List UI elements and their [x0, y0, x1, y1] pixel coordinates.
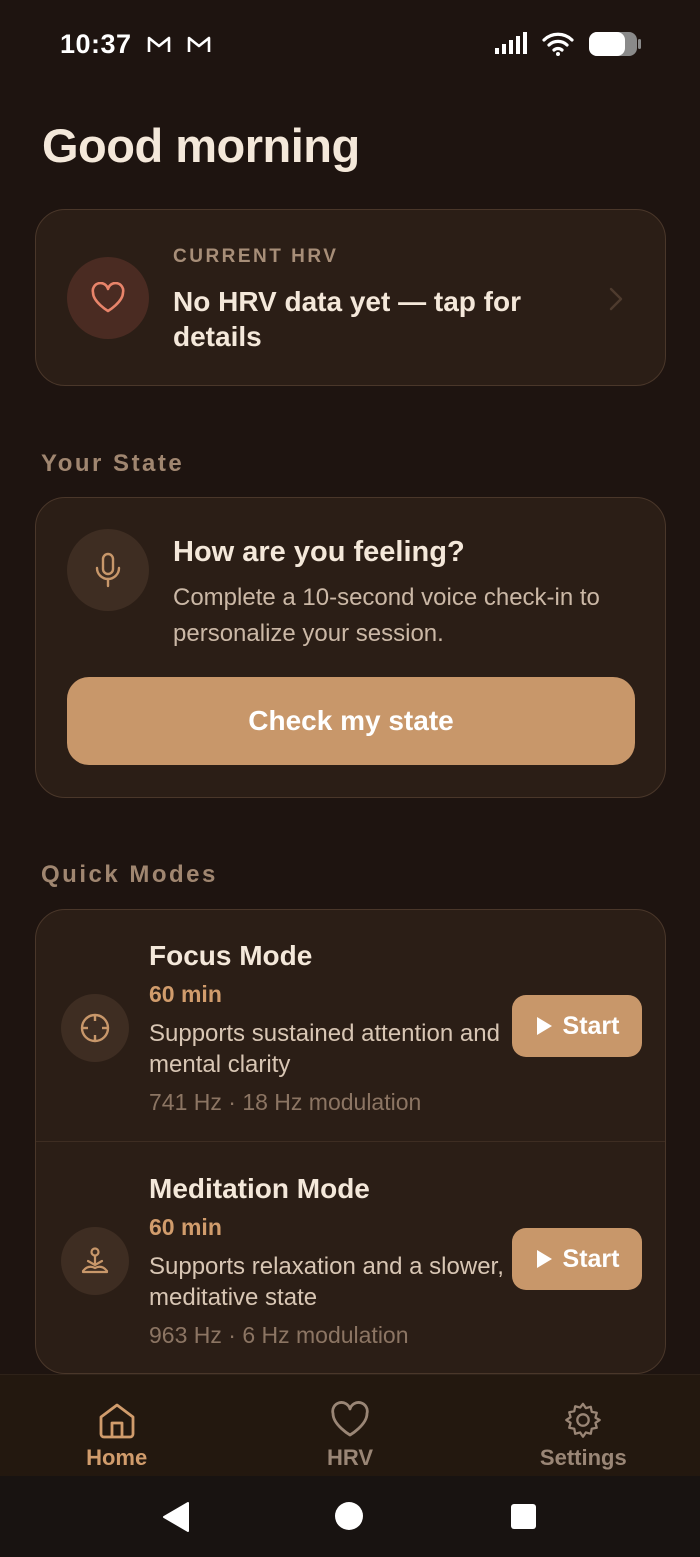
- gmail-icon: [147, 36, 170, 52]
- home-circle-icon: [335, 1502, 363, 1530]
- tab-label: HRV: [326, 1445, 374, 1470]
- home-icon: [99, 1403, 135, 1439]
- play-icon: [536, 1017, 552, 1035]
- mode-title: Meditation Mode: [149, 1173, 370, 1204]
- tab-settings[interactable]: Settings: [467, 1375, 700, 1476]
- section-title-quick-modes: Quick Modes: [41, 861, 218, 888]
- mode-description: Supports relaxation and a slower, medita…: [149, 1253, 504, 1311]
- start-label: Start: [562, 1244, 620, 1273]
- home-nav-button[interactable]: [334, 1501, 364, 1531]
- mode-row-meditation: Meditation Mode 60 min Supports relaxati…: [36, 1143, 665, 1373]
- page-title: Good morning: [42, 119, 360, 172]
- heart-icon: [91, 282, 125, 313]
- mode-frequency: 963 Hz · 6 Hz modulation: [149, 1322, 409, 1348]
- crosshair-icon: [80, 1013, 110, 1043]
- play-icon: [536, 1250, 552, 1268]
- status-left: 10:37: [60, 29, 212, 60]
- recents-icon: [511, 1504, 536, 1529]
- microphone-icon-circle: [67, 529, 149, 611]
- status-time: 10:37: [60, 28, 132, 59]
- mode-frequency: 741 Hz · 18 Hz modulation: [149, 1089, 422, 1115]
- bottom-tab-bar: Home HRV Settings: [0, 1374, 700, 1476]
- mode-row-focus: Focus Mode 60 min Supports sustained att…: [36, 910, 665, 1142]
- meditation-icon-circle: [61, 1227, 129, 1295]
- tab-home[interactable]: Home: [0, 1375, 233, 1476]
- wifi-icon: [542, 32, 574, 56]
- section-title-your-state: Your State: [41, 450, 185, 477]
- state-description: Complete a 10-second voice check-in to p…: [173, 584, 600, 647]
- start-focus-button[interactable]: Start: [512, 995, 642, 1057]
- mode-description: Supports sustained attention and mental …: [149, 1020, 500, 1078]
- check-my-state-button[interactable]: Check my state: [67, 677, 635, 765]
- chevron-right-icon: [609, 287, 623, 311]
- meditation-icon: [81, 1247, 109, 1274]
- battery-icon: [589, 32, 641, 56]
- system-nav-bar: [0, 1476, 700, 1557]
- heart-icon: [331, 1401, 369, 1437]
- focus-icon-circle: [61, 994, 129, 1062]
- start-label: Start: [562, 1011, 620, 1040]
- mode-title: Focus Mode: [149, 940, 313, 971]
- your-state-card: How are you feeling? Complete a 10-secon…: [35, 497, 666, 798]
- recents-button[interactable]: [510, 1503, 537, 1530]
- tab-label: Home: [86, 1445, 148, 1470]
- mode-duration: 60 min: [149, 981, 222, 1007]
- hrv-icon-circle: [67, 257, 149, 339]
- current-hrv-card[interactable]: CURRENT HRV No HRV data yet — tap for de…: [35, 209, 666, 386]
- status-bar: 10:37: [0, 0, 700, 88]
- status-right: [494, 31, 642, 57]
- tab-label: Settings: [539, 1445, 627, 1470]
- gmail-icon: [187, 36, 210, 52]
- quick-modes-card: Focus Mode 60 min Supports sustained att…: [35, 909, 666, 1374]
- gear-icon: [565, 1402, 602, 1438]
- signal-icon: [495, 32, 527, 54]
- microphone-icon: [95, 552, 121, 588]
- hrv-value: No HRV data yet — tap for details: [173, 286, 521, 352]
- hrv-label: CURRENT HRV: [173, 246, 339, 267]
- back-icon: [163, 1502, 189, 1532]
- mode-duration: 60 min: [149, 1214, 222, 1240]
- state-title: How are you feeling?: [173, 536, 465, 568]
- back-button[interactable]: [162, 1501, 190, 1533]
- tab-hrv[interactable]: HRV: [233, 1375, 466, 1476]
- start-meditation-button[interactable]: Start: [512, 1228, 642, 1290]
